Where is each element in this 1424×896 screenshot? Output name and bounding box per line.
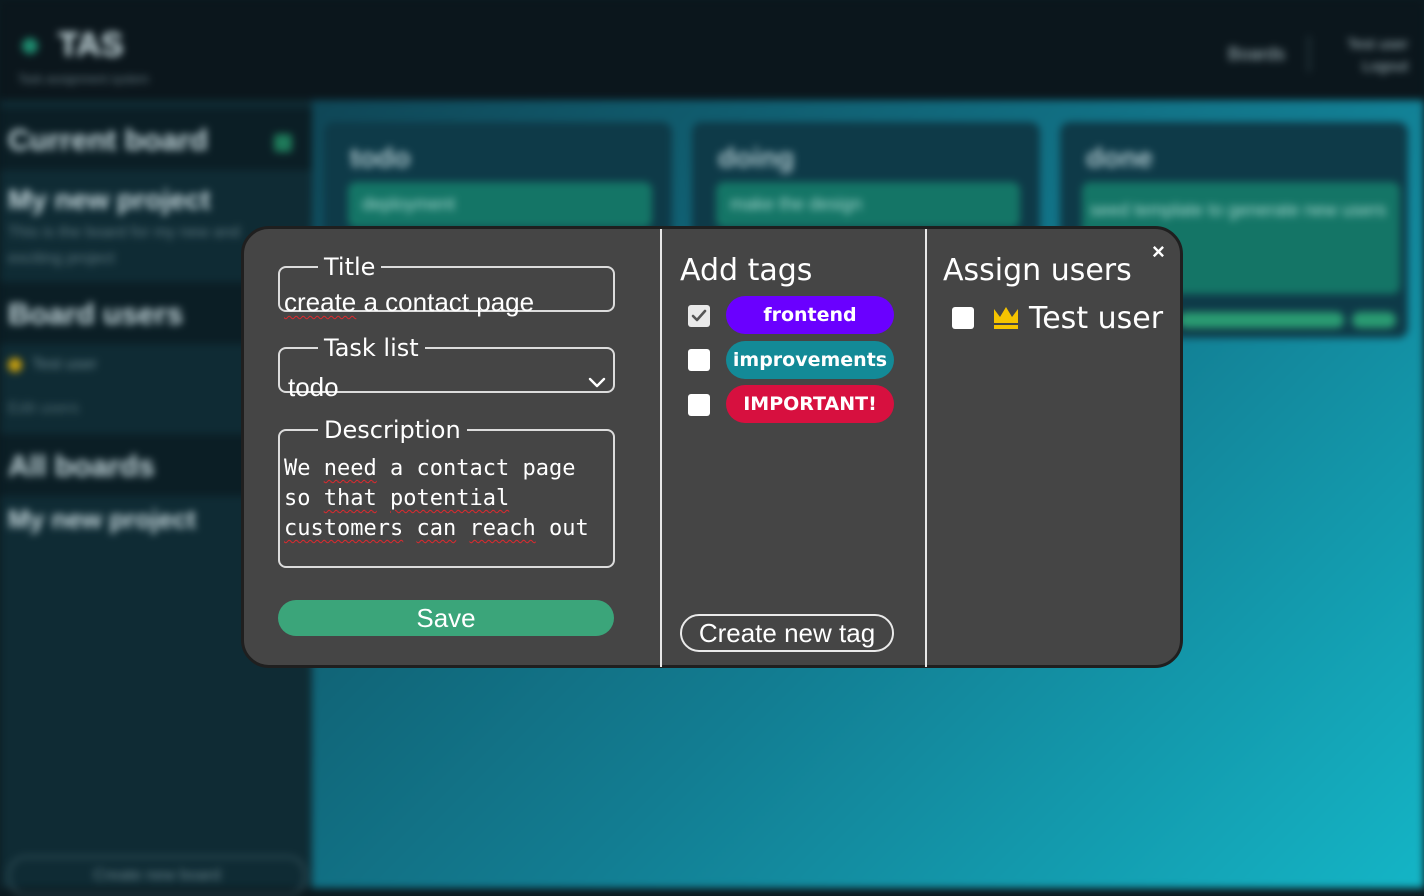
create-tag-button[interactable]: Create new tag bbox=[680, 614, 894, 652]
tag-pill bbox=[1352, 312, 1396, 328]
logout-link[interactable]: Logout bbox=[1326, 56, 1408, 78]
save-button[interactable]: Save bbox=[278, 600, 614, 636]
topbar-divider bbox=[1308, 36, 1310, 72]
user-checkbox[interactable] bbox=[952, 307, 974, 329]
tags-heading: Add tags bbox=[680, 253, 813, 288]
assign-users-heading: Assign users bbox=[943, 253, 1132, 288]
tag-improvements[interactable]: improvements bbox=[726, 341, 894, 379]
current-project-name: My new project bbox=[8, 184, 211, 215]
app-subtitle: Task assignment system bbox=[18, 72, 149, 86]
board-users-heading: Board users bbox=[8, 298, 184, 331]
column-divider bbox=[925, 229, 927, 667]
tag-checkbox-improvements[interactable] bbox=[688, 349, 710, 371]
tag-checkbox-important[interactable] bbox=[688, 394, 710, 416]
user-name: Test user bbox=[1029, 301, 1164, 336]
title-value-word: create bbox=[284, 287, 357, 317]
description-textarea[interactable]: We need a contact page so that potential… bbox=[284, 454, 614, 544]
chevron-down-icon bbox=[588, 377, 606, 388]
board-settings-icon[interactable] bbox=[274, 134, 292, 152]
all-boards-heading: All boards bbox=[8, 450, 155, 483]
user-name: Test user bbox=[1347, 36, 1408, 53]
title-input[interactable]: create a contact page bbox=[284, 287, 534, 318]
check-icon bbox=[691, 309, 707, 322]
task-card[interactable]: make the design bbox=[716, 182, 1020, 228]
column-title: todo bbox=[350, 142, 411, 173]
tag-checkbox-frontend[interactable] bbox=[688, 305, 710, 327]
crown-icon bbox=[8, 357, 22, 372]
tag-frontend[interactable]: frontend bbox=[726, 296, 894, 334]
create-board-button[interactable]: Create new board bbox=[8, 856, 306, 896]
task-card[interactable]: deployment bbox=[348, 182, 652, 228]
current-project-description: This is the board for my new and excitin… bbox=[8, 224, 241, 267]
column-title: done bbox=[1086, 142, 1153, 173]
title-label: Title bbox=[324, 253, 376, 281]
tag-pill bbox=[1178, 312, 1344, 328]
column-divider bbox=[660, 229, 662, 667]
description-field[interactable]: Description We need a contact page so th… bbox=[278, 416, 615, 568]
board-user-item: Test user bbox=[8, 356, 97, 374]
edit-users-button[interactable]: Edit users bbox=[8, 400, 79, 418]
board-list-item[interactable]: My new project bbox=[8, 504, 196, 535]
task-list-value: todo bbox=[288, 372, 339, 402]
title-field[interactable]: Title create a contact page bbox=[278, 253, 615, 317]
current-board-heading: Current board bbox=[8, 124, 209, 157]
crown-icon bbox=[994, 307, 1018, 329]
task-list-label: Task list bbox=[324, 334, 419, 362]
current-board-header: Current board bbox=[0, 108, 312, 170]
desc-text: We need a contact page so that potential… bbox=[284, 456, 589, 541]
top-bar: TAS Task assignment system Boards Test u… bbox=[0, 0, 1424, 100]
user-menu[interactable]: Test user Logout bbox=[1326, 34, 1408, 78]
column-title: doing bbox=[718, 142, 795, 173]
close-icon[interactable]: × bbox=[1152, 239, 1165, 265]
logo-icon bbox=[22, 38, 38, 54]
title-value-rest: a contact page bbox=[363, 287, 535, 317]
description-label: Description bbox=[324, 416, 461, 444]
boards-link[interactable]: Boards bbox=[1228, 44, 1285, 65]
edit-task-modal: × Title create a contact page Task list … bbox=[241, 226, 1183, 668]
tag-important[interactable]: IMPORTANT! bbox=[726, 385, 894, 423]
app-logo: TAS bbox=[58, 26, 124, 64]
task-list-select[interactable]: Task list todo bbox=[278, 334, 615, 402]
